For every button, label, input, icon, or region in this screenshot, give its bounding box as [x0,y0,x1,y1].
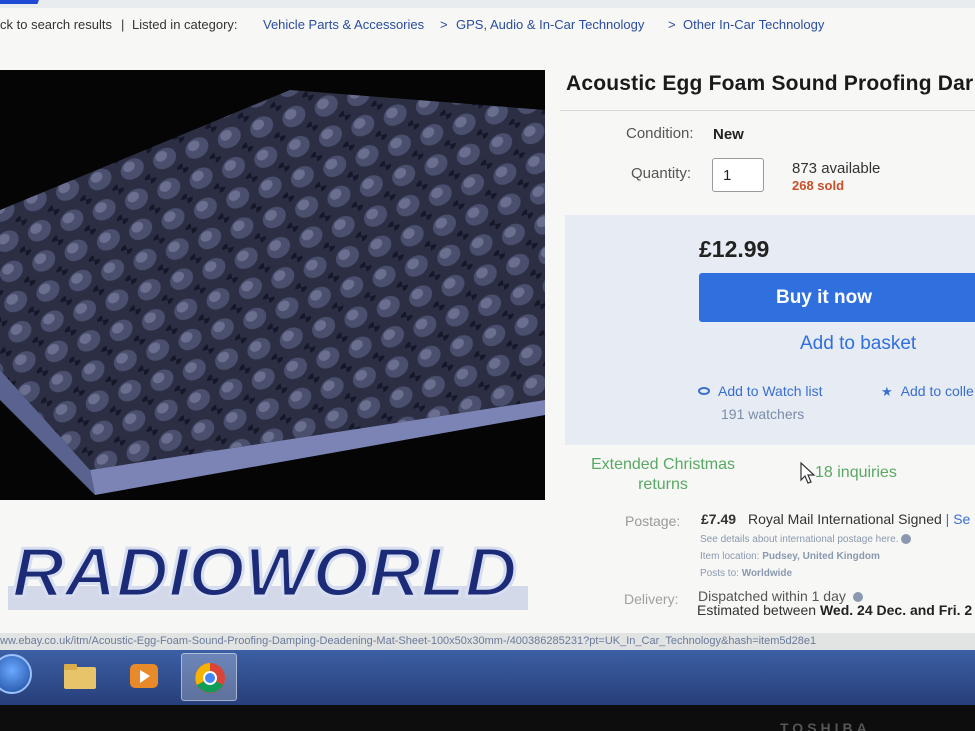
postage-details: See details about international postage … [700,531,912,582]
quantity-label: Quantity: [631,165,692,182]
postage-service: Royal Mail International Signed | Se [748,511,970,527]
product-image[interactable] [0,70,545,500]
postage-price: £7.49 [701,511,737,527]
site-header-strip [0,0,975,8]
condition-label: Condition: [626,125,694,142]
divider [560,110,975,111]
watch-list-label: Add to Watch list [718,383,823,399]
add-to-basket-button[interactable]: Add to basket [800,333,916,355]
posts-to-value: Worldwide [741,568,793,579]
eye-icon [698,387,710,395]
watchers-count: 191 watchers [721,406,805,422]
mouse-cursor-icon [800,462,816,484]
egg-foam-photo [0,70,545,500]
media-player-icon [130,664,158,688]
help-icon[interactable] [852,592,863,603]
help-icon[interactable] [901,534,912,545]
start-button[interactable] [0,654,32,694]
product-title: Acoustic Egg Foam Sound Proofing Dar [566,72,974,95]
breadcrumb-chevron: > [440,17,448,32]
back-to-search-link[interactable]: ck to search results [0,17,112,32]
monitor-brand: TOSHIBA [780,720,871,731]
inquiries-count: 18 inquiries [815,464,897,481]
category-link-gps-audio[interactable]: GPS, Audio & In-Car Technology [456,17,644,32]
star-icon: ★ [881,384,893,399]
collection-label: Add to colle [900,383,974,399]
chrome-icon [195,663,225,693]
category-link-vehicle-parts[interactable]: Vehicle Parts & Accessories [263,17,424,32]
postage-label: Postage: [625,513,681,529]
delivery-estimate: Estimated between Wed. 24 Dec. and Fri. … [697,602,972,618]
category-link-other-in-car[interactable]: Other In-Car Technology [683,17,824,32]
breadcrumb-separator: | [121,17,125,32]
item-location-label: Item location: [700,551,760,562]
add-to-collection-link[interactable]: ★ Add to colle [881,383,974,400]
postage-see-link[interactable]: | Se [946,511,971,527]
browser-viewport: ck to search results | Listed in categor… [0,0,975,650]
posts-to-label: Posts to: [700,568,739,579]
condition-value: New [713,126,744,143]
add-to-watch-list-link[interactable]: Add to Watch list [698,383,823,399]
extended-returns-badge: Extended Christmas returns [590,456,736,493]
price: £12.99 [699,236,770,262]
taskbar-chrome[interactable] [181,653,237,701]
available-count: 873 available [792,160,881,177]
windows-taskbar [0,650,975,705]
postage-details-link[interactable]: See details about international postage … [700,534,898,545]
quantity-input[interactable]: 1 [712,158,764,192]
sold-count[interactable]: 268 sold [792,178,844,193]
postage-service-name: Royal Mail International Signed [748,511,942,527]
breadcrumb: ck to search results | Listed in categor… [0,17,975,45]
folder-icon [64,664,96,689]
item-location-value: Pudsey, United Kingdom [762,551,880,562]
radioworld-logo: RADIOWORLD [8,528,528,618]
estimate-prefix: Estimated between [697,602,817,618]
estimate-dates: Wed. 24 Dec. and Fri. 2 [819,602,973,618]
browser-status-url: ww.ebay.co.uk/itm/Acoustic-Egg-Foam-Soun… [0,633,975,650]
breadcrumb-chevron: > [668,17,676,32]
taskbar-media-player[interactable] [116,653,172,701]
taskbar-explorer[interactable] [52,653,108,701]
ebay-logo-fragment [0,0,43,4]
buy-it-now-button[interactable]: Buy it now [699,273,975,322]
radioworld-logo-text: RADIOWORLD [12,533,517,611]
radioworld-logo-graphic: RADIOWORLD [8,532,528,613]
listed-in-label: Listed in category: [132,17,238,32]
delivery-label: Delivery: [624,591,679,607]
